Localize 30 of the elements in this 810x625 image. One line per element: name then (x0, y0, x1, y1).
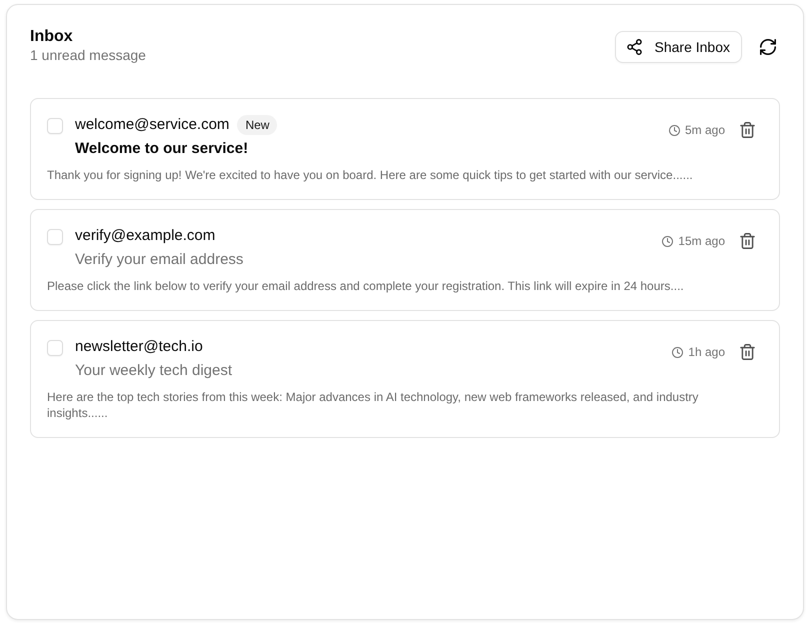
share-button[interactable]: Share Inbox (614, 31, 742, 63)
message-subject: Welcome to our service! (75, 139, 250, 159)
share-icon (626, 39, 642, 55)
message-card[interactable]: welcome@service.com New Welcome to our service! 5m ago Thank you for signing up! We're excited to have you on board. Here are some quick tips to get started with our service...... (30, 98, 780, 200)
checkbox[interactable] (47, 340, 63, 356)
message-preview: Please click the link below to verify your email address and complete your registration. This link will expire in 24 hours.... (47, 278, 685, 294)
trash-icon[interactable] (740, 122, 755, 138)
sender-address: newsletter@tech.io (75, 337, 203, 357)
message-time: 5m ago (684, 122, 725, 138)
unread-count: 1 unread message (30, 46, 146, 64)
clock-icon (672, 346, 684, 358)
refresh-icon[interactable] (760, 39, 776, 55)
new-badge: New (237, 115, 278, 135)
message-subject: Your weekly tech digest (75, 361, 234, 381)
message-subject: Verify your email address (75, 250, 244, 270)
checkbox[interactable] (47, 118, 63, 134)
message-card[interactable]: newsletter@tech.io Your weekly tech digest 1h ago Here are the top tech stories from this week: Major advances in AI technology, new web frameworks released, and industry insights...... (30, 320, 780, 438)
message-time: 1h ago (688, 344, 725, 360)
trash-icon[interactable] (740, 233, 755, 249)
sender-address: welcome@service.com (75, 115, 230, 135)
checkbox[interactable] (47, 229, 63, 245)
clock-icon (662, 236, 674, 246)
clock-icon (668, 124, 680, 136)
message-time: 15m ago (678, 233, 725, 249)
message-preview: Thank you for signing up! We're excited to have you on board. Here are some quick tips to get started with our service...... (47, 167, 694, 183)
trash-icon[interactable] (740, 344, 755, 360)
sender-address: verify@example.com (75, 226, 216, 246)
message-preview: Here are the top tech stories from this week: Major advances in AI technology, new web frameworks released, and industry insights...... (47, 389, 700, 421)
inbox-title: Inbox (30, 28, 74, 46)
message-card[interactable]: verify@example.com Verify your email address 15m ago Please click the link below to verify your email address and complete your registration. This link will expire in 24 hours.... (30, 209, 780, 311)
